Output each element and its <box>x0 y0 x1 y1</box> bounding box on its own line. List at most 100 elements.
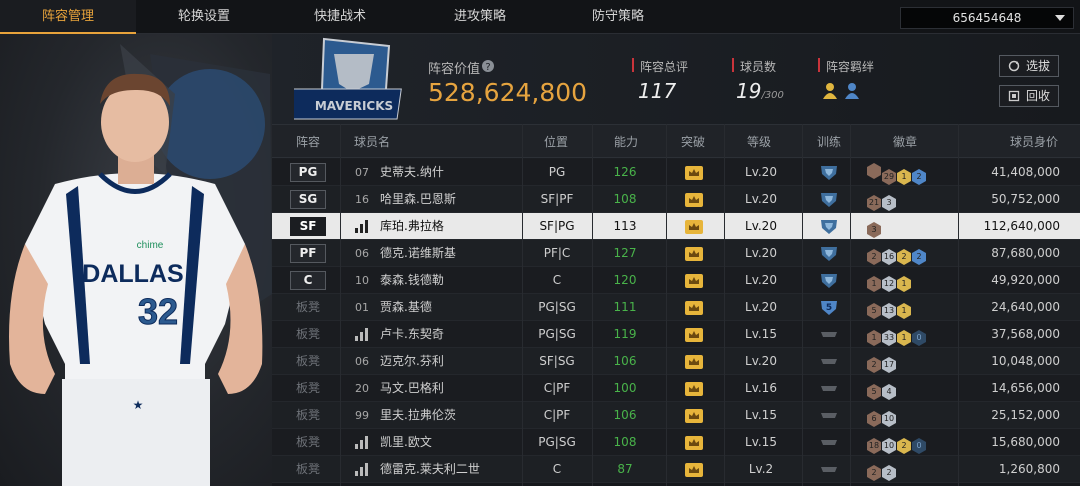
player-name[interactable]: 库珀.弗拉格 <box>380 213 444 240</box>
player-level: Lv.20 <box>745 192 777 206</box>
mavericks-logo: MAVERICKS <box>294 37 402 120</box>
badge-list[interactable]: 5 13 1 <box>867 298 912 319</box>
player-name[interactable]: 泰森.钱德勒 <box>380 267 444 294</box>
badge-icon <box>867 163 881 179</box>
player-worth: 112,640,000 <box>983 219 1060 233</box>
crown-icon[interactable] <box>685 166 703 180</box>
slot-badge[interactable]: PF <box>290 244 326 263</box>
slot-bench[interactable]: 板凳 <box>290 429 326 456</box>
training-empty-icon[interactable] <box>819 353 839 370</box>
recycle-button-label: 回收 <box>1025 89 1050 103</box>
player-name[interactable]: 迈克尔.芬利 <box>380 348 444 375</box>
training-empty-icon[interactable] <box>819 326 839 343</box>
recycle-button[interactable]: 回收 <box>999 85 1059 107</box>
logo-text: MAVERICKS <box>315 99 393 113</box>
crown-icon[interactable] <box>685 382 703 396</box>
crown-icon[interactable] <box>685 220 703 234</box>
training-shield-icon[interactable] <box>819 218 839 235</box>
column-divider <box>340 124 341 486</box>
slot-bench[interactable]: 板凳 <box>290 456 326 483</box>
badge-icon: 13 <box>882 303 896 319</box>
slot-bench[interactable]: 板凳 <box>290 294 326 321</box>
crown-icon[interactable] <box>685 193 703 207</box>
training-empty-icon[interactable] <box>819 407 839 424</box>
crown-icon[interactable] <box>685 409 703 423</box>
badge-list[interactable]: 22 <box>867 460 897 481</box>
training-empty-icon[interactable] <box>819 461 839 478</box>
badge-icon: 12 <box>882 276 896 292</box>
tab-offense-strategy[interactable]: 进攻策略 <box>412 0 548 34</box>
player-illustration: ★ chime DALLAS 32 <box>9 44 272 486</box>
player-name[interactable]: 卢卡.东契奇 <box>380 321 444 348</box>
slot-badge[interactable]: SG <box>290 190 326 209</box>
tab-rotation-settings[interactable]: 轮换设置 <box>136 0 272 34</box>
slot-bench[interactable]: 板凳 <box>290 321 326 348</box>
badge-list[interactable]: 21 3 <box>867 190 897 211</box>
player-position: SF|PF <box>540 192 574 206</box>
player-worth: 50,752,000 <box>991 192 1060 206</box>
col-training[interactable]: 训练 <box>817 125 841 159</box>
overall-rating-label: 阵容总评 <box>640 60 689 74</box>
player-ability: 111 <box>613 300 637 314</box>
slot-badge[interactable]: SF <box>290 217 326 236</box>
badge-icon: 1 <box>867 330 881 346</box>
player-name[interactable]: 哈里森.巴恩斯 <box>380 186 456 213</box>
badge-list[interactable]: 6 10 <box>867 406 897 427</box>
badge-list[interactable]: 1 33 1 0 <box>867 325 927 346</box>
crown-icon[interactable] <box>685 247 703 261</box>
badge-list[interactable]: 2 17 <box>867 352 897 373</box>
player-name[interactable]: 里夫.拉弗伦茨 <box>380 402 456 429</box>
crown-icon[interactable] <box>685 355 703 369</box>
col-level[interactable]: 等级 <box>747 125 771 159</box>
player-name[interactable]: 德克.诺维斯基 <box>380 240 456 267</box>
col-player-worth[interactable]: 球员身价 <box>1010 125 1058 159</box>
crown-icon[interactable] <box>685 301 703 315</box>
slot-badge[interactable]: C <box>290 271 326 290</box>
player-position: PF|C <box>543 246 571 260</box>
crown-icon[interactable] <box>685 328 703 342</box>
badge-list[interactable]: 2 16 2 2 <box>867 244 927 265</box>
team-id-dropdown[interactable]: 656454648 <box>900 7 1074 29</box>
tab-roster-management[interactable]: 阵容管理 <box>0 0 136 34</box>
badge-list[interactable]: 18 10 2 0 <box>867 433 927 454</box>
player-level: Lv.20 <box>745 300 777 314</box>
select-button[interactable]: 选拔 <box>999 55 1059 77</box>
overall-rating: 117 <box>638 79 677 103</box>
col-breakthrough[interactable]: 突破 <box>681 125 705 159</box>
player-worth: 49,920,000 <box>991 273 1060 287</box>
training-empty-icon[interactable] <box>819 434 839 451</box>
training-empty-icon[interactable] <box>819 380 839 397</box>
player-name[interactable]: 德雷克.莱夫利二世 <box>380 456 480 483</box>
badge-list[interactable]: 1 12 1 <box>867 271 912 292</box>
help-icon[interactable]: ? <box>481 59 495 73</box>
col-player-name[interactable]: 球员名 <box>354 125 390 159</box>
badge-list[interactable]: 54 <box>867 379 897 400</box>
training-shield-icon[interactable] <box>819 272 839 289</box>
col-slot[interactable]: 阵容 <box>296 125 320 159</box>
col-ability[interactable]: 能力 <box>614 125 638 159</box>
slot-badge[interactable]: PG <box>290 163 326 182</box>
slot-bench[interactable]: 板凳 <box>290 348 326 375</box>
player-name[interactable]: 马文.巴格利 <box>380 375 444 402</box>
training-shield-icon[interactable] <box>819 245 839 262</box>
tab-defense-strategy[interactable]: 防守策略 <box>550 0 686 34</box>
jersey-number: 20 <box>355 382 369 395</box>
slot-bench[interactable]: 板凳 <box>290 402 326 429</box>
badge-list[interactable]: 3 <box>867 217 882 238</box>
slot-bench[interactable]: 板凳 <box>290 375 326 402</box>
badge-icon: 2 <box>912 249 926 265</box>
training-level-icon[interactable]: 5 <box>819 299 839 316</box>
player-name[interactable]: 凯里.欧文 <box>380 429 432 456</box>
col-position[interactable]: 位置 <box>544 125 568 159</box>
player-name[interactable]: 贾森.基德 <box>380 294 432 321</box>
training-shield-icon[interactable] <box>819 164 839 181</box>
crown-icon[interactable] <box>685 436 703 450</box>
training-shield-icon[interactable] <box>819 191 839 208</box>
crown-icon[interactable] <box>685 274 703 288</box>
player-name[interactable]: 史蒂夫.纳什 <box>380 159 444 186</box>
col-badges[interactable]: 徽章 <box>893 125 917 159</box>
bond-icons[interactable] <box>822 81 866 101</box>
badge-list[interactable]: 29 1 2 <box>867 163 927 185</box>
tab-quick-tactics[interactable]: 快捷战术 <box>272 0 408 34</box>
crown-icon[interactable] <box>685 463 703 477</box>
